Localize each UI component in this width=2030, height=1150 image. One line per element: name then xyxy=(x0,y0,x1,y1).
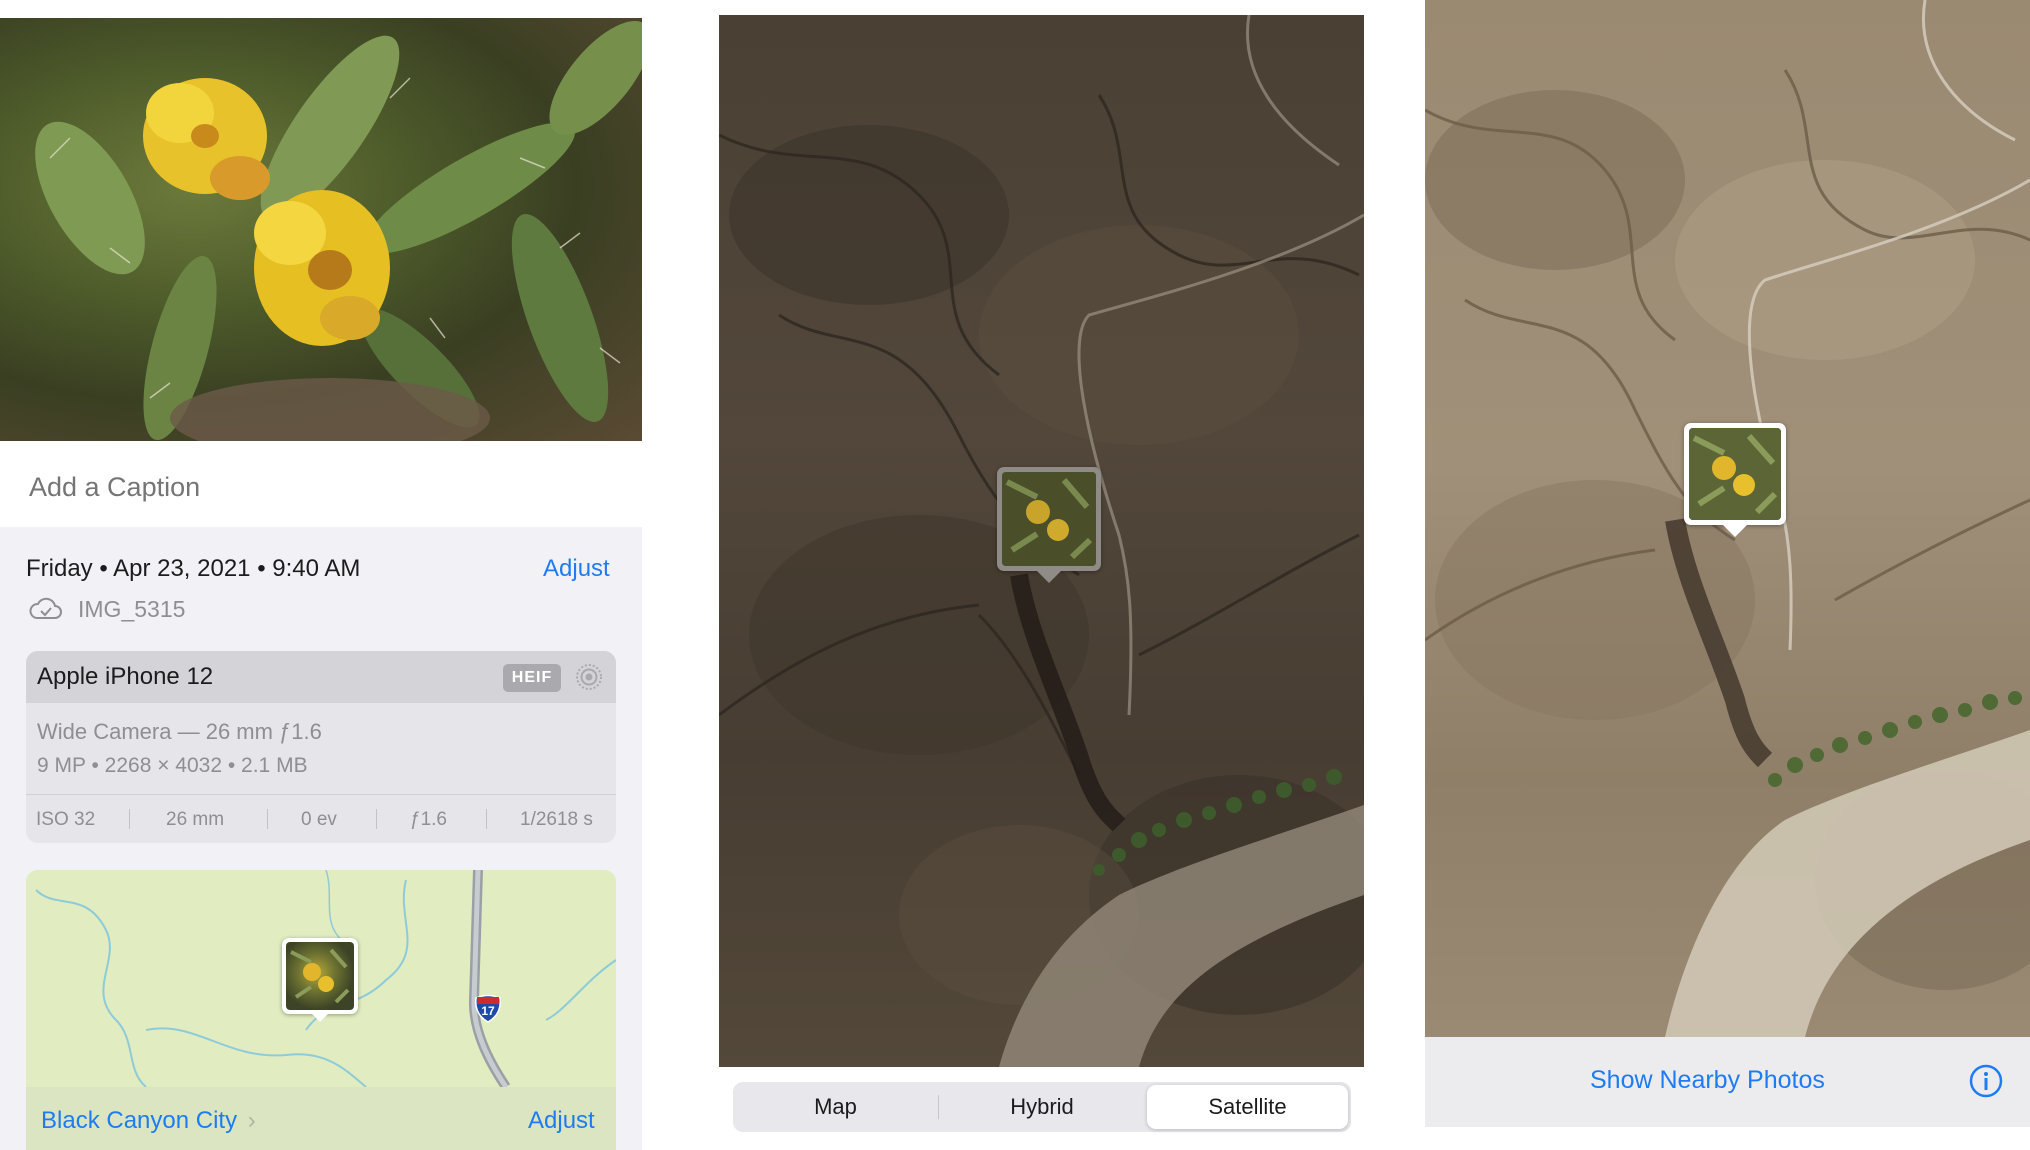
exif-exposure: 0 ev xyxy=(301,809,337,830)
map-type-map[interactable]: Map xyxy=(733,1082,938,1132)
caption-input[interactable] xyxy=(27,468,591,506)
place-name-link[interactable]: Black Canyon City › xyxy=(41,1107,256,1135)
pin-pointer xyxy=(1723,525,1747,537)
lens-info: Wide Camera — 26 mm ƒ1.6 xyxy=(37,719,322,744)
photo-preview[interactable] xyxy=(0,18,642,441)
pin-pointer xyxy=(310,1012,330,1022)
divider xyxy=(26,794,616,795)
show-nearby-photos-button[interactable]: Show Nearby Photos xyxy=(1590,1066,1825,1095)
exif-iso: ISO 32 xyxy=(36,809,96,830)
photo-location-pin[interactable] xyxy=(1684,423,1786,537)
format-badge: HEIF xyxy=(503,664,561,692)
exif-separator xyxy=(486,809,487,829)
exif-separator xyxy=(376,809,377,829)
adjust-date-button[interactable]: Adjust xyxy=(543,555,610,583)
exif-focal-length: 26 mm xyxy=(166,809,225,830)
exif-separator xyxy=(267,809,268,829)
adjust-location-button[interactable]: Adjust xyxy=(528,1107,595,1135)
camera-header: Apple iPhone 12 HEIF xyxy=(26,651,616,703)
info-circle-icon[interactable] xyxy=(1968,1063,2004,1104)
pin-thumbnail xyxy=(1002,472,1096,566)
pin-thumbnail xyxy=(1689,428,1781,520)
pin-thumbnail xyxy=(286,942,354,1010)
capture-date: Friday • Apr 23, 2021 • 9:40 AM xyxy=(26,555,361,582)
map-type-satellite[interactable]: Satellite xyxy=(1147,1085,1348,1129)
camera-model: Apple iPhone 12 xyxy=(37,663,214,690)
exif-shutter: 1/2618 s xyxy=(520,809,593,830)
file-name: IMG_5315 xyxy=(78,596,186,622)
satellite-map-light[interactable] xyxy=(1425,0,2030,1037)
interstate-shield-icon: 17 xyxy=(473,994,503,1029)
map-type-control: Map Hybrid Satellite xyxy=(733,1082,1351,1132)
chevron-right-icon: › xyxy=(247,1107,256,1134)
place-name: Black Canyon City xyxy=(41,1107,238,1134)
pin-pointer xyxy=(1037,571,1061,583)
cloud-check-icon xyxy=(28,596,64,627)
live-photo-icon xyxy=(574,662,604,697)
location-map[interactable]: 17 Black Canyon City › Adjust xyxy=(26,870,616,1150)
map-type-hybrid[interactable]: Hybrid xyxy=(939,1082,1145,1132)
cactus-flower-image xyxy=(35,21,642,441)
camera-info-card: Apple iPhone 12 HEIF Wide Camera — 26 mm… xyxy=(26,651,616,843)
exif-separator xyxy=(129,809,130,829)
satellite-map-dark[interactable] xyxy=(719,15,1364,1067)
exif-aperture: ƒ1.6 xyxy=(410,809,447,830)
photo-location-pin[interactable] xyxy=(997,467,1101,583)
photo-location-pin[interactable] xyxy=(282,938,358,1022)
highway-number: 17 xyxy=(481,1004,495,1018)
image-specs: 9 MP • 2268 × 4032 • 2.1 MB xyxy=(37,754,308,777)
